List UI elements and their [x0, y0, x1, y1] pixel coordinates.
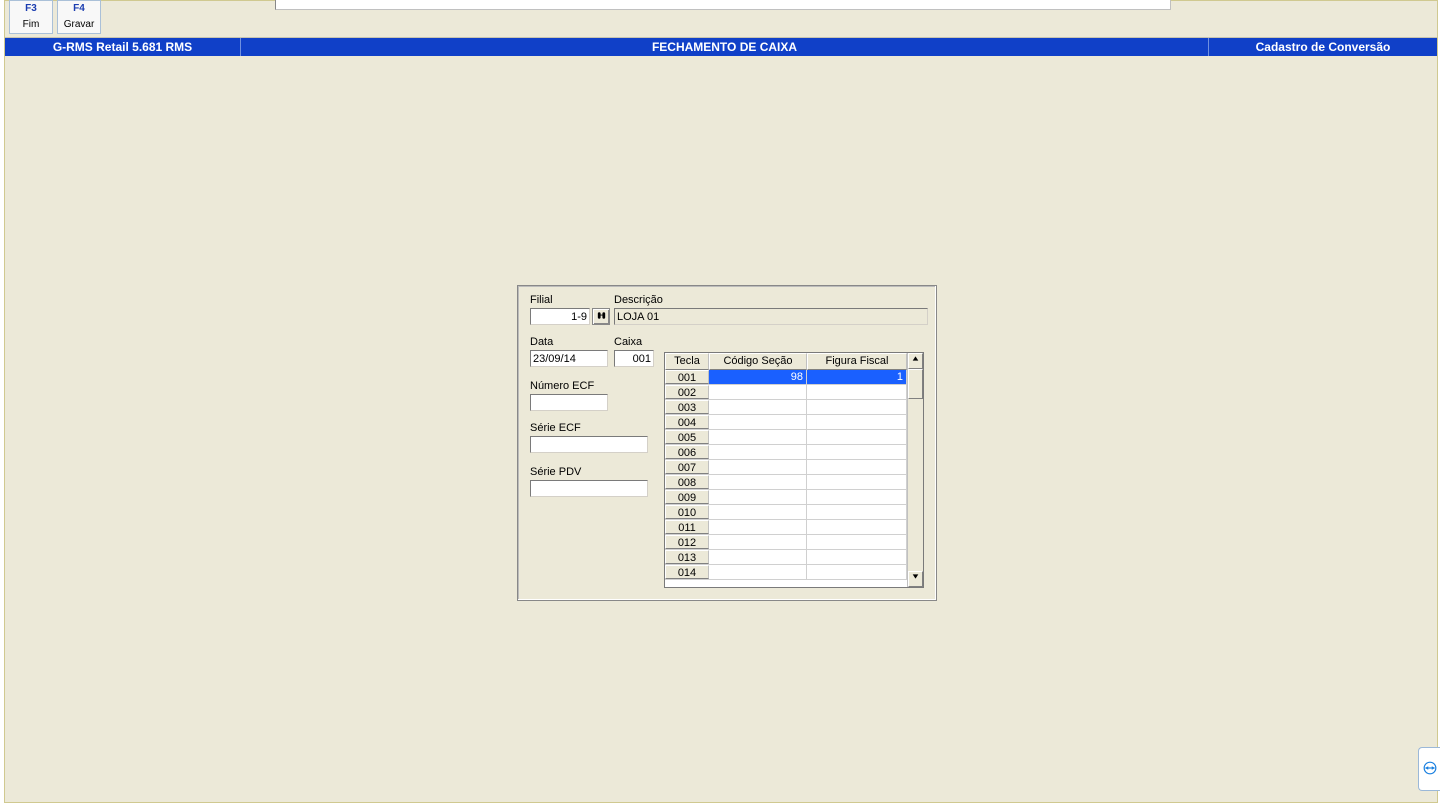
serie-ecf-label: Série ECF: [530, 422, 581, 434]
row-codigo-cell[interactable]: [709, 385, 807, 399]
toolbar: F3 Fim F4 Gravar: [5, 1, 1437, 38]
row-figura-cell[interactable]: [807, 430, 907, 444]
toolbar-empty-field: [275, 0, 1171, 10]
table-row[interactable]: 005: [665, 430, 907, 445]
table-row[interactable]: 006: [665, 445, 907, 460]
row-figura-cell[interactable]: [807, 505, 907, 519]
table-row[interactable]: 007: [665, 460, 907, 475]
serie-pdv-input[interactable]: [530, 480, 648, 497]
f4-gravar-button[interactable]: F4 Gravar: [57, 0, 101, 34]
descricao-input: [614, 308, 928, 325]
title-bar: G-RMS Retail 5.681 RMS FECHAMENTO DE CAI…: [5, 38, 1437, 56]
caixa-input[interactable]: [614, 350, 654, 367]
scroll-thumb[interactable]: [908, 369, 923, 399]
filial-input[interactable]: [530, 308, 590, 325]
table-row[interactable]: 004: [665, 415, 907, 430]
row-codigo-cell[interactable]: [709, 415, 807, 429]
row-figura-cell[interactable]: [807, 520, 907, 534]
grid-header-figura-fiscal[interactable]: Figura Fiscal: [807, 353, 907, 370]
row-tecla-cell: 003: [665, 400, 709, 414]
row-tecla-cell: 008: [665, 475, 709, 489]
row-tecla-cell: 014: [665, 565, 709, 579]
title-right: Cadastro de Conversão: [1209, 38, 1437, 56]
row-figura-cell[interactable]: 1: [807, 370, 907, 384]
table-row[interactable]: 011: [665, 520, 907, 535]
row-codigo-cell[interactable]: 98: [709, 370, 807, 384]
row-codigo-cell[interactable]: [709, 520, 807, 534]
row-tecla-cell: 007: [665, 460, 709, 474]
filial-lookup-button[interactable]: [592, 308, 610, 325]
row-codigo-cell[interactable]: [709, 475, 807, 489]
table-row[interactable]: 012: [665, 535, 907, 550]
scroll-up-button[interactable]: [908, 353, 923, 369]
row-codigo-cell[interactable]: [709, 550, 807, 564]
workspace: Filial Descrição Data Caixa Número ECF S…: [5, 58, 1437, 802]
row-figura-cell[interactable]: [807, 460, 907, 474]
row-figura-cell[interactable]: [807, 445, 907, 459]
title-left: G-RMS Retail 5.681 RMS: [5, 38, 241, 56]
teamviewer-tab[interactable]: [1418, 747, 1440, 791]
row-figura-cell[interactable]: [807, 415, 907, 429]
table-row[interactable]: 003: [665, 400, 907, 415]
data-label: Data: [530, 336, 553, 348]
row-figura-cell[interactable]: [807, 490, 907, 504]
row-figura-cell[interactable]: [807, 565, 907, 579]
row-codigo-cell[interactable]: [709, 430, 807, 444]
row-codigo-cell[interactable]: [709, 400, 807, 414]
table-row[interactable]: 008: [665, 475, 907, 490]
row-tecla-cell: 011: [665, 520, 709, 534]
table-row[interactable]: 010: [665, 505, 907, 520]
grid-header-row: Tecla Código Seção Figura Fiscal: [665, 353, 907, 370]
row-figura-cell[interactable]: [807, 400, 907, 414]
table-row[interactable]: 002: [665, 385, 907, 400]
scroll-down-button[interactable]: [908, 571, 923, 587]
row-figura-cell[interactable]: [807, 385, 907, 399]
serie-pdv-label: Série PDV: [530, 466, 581, 478]
f3-label: Fim: [10, 19, 52, 31]
table-row[interactable]: 009: [665, 490, 907, 505]
row-codigo-cell[interactable]: [709, 490, 807, 504]
row-tecla-cell: 009: [665, 490, 709, 504]
row-codigo-cell[interactable]: [709, 535, 807, 549]
title-center: FECHAMENTO DE CAIXA: [241, 38, 1209, 56]
row-codigo-cell[interactable]: [709, 445, 807, 459]
row-tecla-cell: 005: [665, 430, 709, 444]
serie-ecf-input[interactable]: [530, 436, 648, 453]
f3-fim-button[interactable]: F3 Fim: [9, 0, 53, 34]
numero-ecf-label: Número ECF: [530, 380, 594, 392]
triangle-down-icon: [912, 573, 919, 582]
table-row[interactable]: 013: [665, 550, 907, 565]
secao-grid[interactable]: Tecla Código Seção Figura Fiscal 0019810…: [664, 352, 924, 588]
table-row[interactable]: 014: [665, 565, 907, 580]
row-tecla-cell: 012: [665, 535, 709, 549]
binoculars-icon: [596, 312, 607, 324]
row-tecla-cell: 010: [665, 505, 709, 519]
form-panel: Filial Descrição Data Caixa Número ECF S…: [517, 285, 937, 601]
row-tecla-cell: 006: [665, 445, 709, 459]
row-figura-cell[interactable]: [807, 535, 907, 549]
row-tecla-cell: 013: [665, 550, 709, 564]
row-codigo-cell[interactable]: [709, 505, 807, 519]
numero-ecf-input[interactable]: [530, 394, 608, 411]
triangle-up-icon: [912, 355, 919, 364]
filial-label: Filial: [530, 294, 553, 306]
row-figura-cell[interactable]: [807, 550, 907, 564]
caixa-label: Caixa: [614, 336, 642, 348]
f4-label: Gravar: [58, 19, 100, 31]
table-row[interactable]: 001981: [665, 370, 907, 385]
descricao-label: Descrição: [614, 294, 663, 306]
data-input[interactable]: [530, 350, 608, 367]
grid-header-codigo-secao[interactable]: Código Seção: [709, 353, 807, 370]
row-figura-cell[interactable]: [807, 475, 907, 489]
grid-scrollbar[interactable]: [907, 353, 923, 587]
teamviewer-icon: [1423, 761, 1437, 778]
row-tecla-cell: 001: [665, 370, 709, 384]
row-codigo-cell[interactable]: [709, 460, 807, 474]
f3-key-label: F3: [10, 3, 52, 15]
row-codigo-cell[interactable]: [709, 565, 807, 579]
grid-header-tecla[interactable]: Tecla: [665, 353, 709, 370]
row-tecla-cell: 004: [665, 415, 709, 429]
f4-key-label: F4: [58, 3, 100, 15]
row-tecla-cell: 002: [665, 385, 709, 399]
